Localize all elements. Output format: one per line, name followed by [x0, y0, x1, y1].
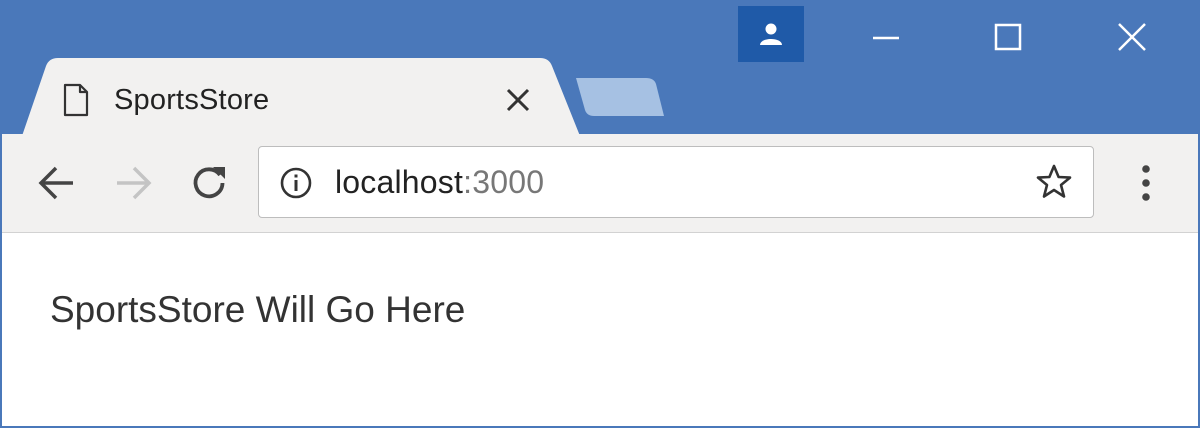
browser-toolbar: localhost:3000	[2, 134, 1198, 233]
menu-button[interactable]	[1126, 156, 1166, 210]
close-icon	[506, 88, 530, 112]
maximize-button[interactable]	[964, 10, 1052, 64]
arrow-left-icon	[38, 166, 73, 200]
forward-button[interactable]	[106, 156, 160, 210]
profile-button[interactable]	[738, 6, 804, 62]
minimize-icon	[873, 36, 899, 40]
person-icon	[760, 23, 782, 45]
tab-close-button[interactable]	[498, 80, 538, 120]
tab-title: SportsStore	[114, 83, 270, 116]
close-icon	[1118, 23, 1146, 51]
url-host: localhost	[335, 163, 464, 200]
back-button[interactable]	[30, 156, 84, 210]
window-close-button[interactable]	[1088, 10, 1176, 64]
reload-button[interactable]	[182, 156, 236, 210]
arrow-right-icon	[117, 166, 152, 200]
reload-icon	[193, 167, 225, 199]
minimize-button[interactable]	[842, 10, 930, 64]
new-tab-icon	[576, 78, 664, 116]
maximize-icon	[994, 23, 1022, 51]
address-bar[interactable]: localhost:3000	[258, 146, 1094, 218]
more-vert-icon	[1142, 165, 1150, 201]
url-port: :3000	[463, 163, 545, 200]
page-content: SportsStore Will Go Here	[2, 233, 1198, 426]
url-text[interactable]: localhost:3000	[335, 147, 544, 217]
page-icon	[63, 83, 89, 117]
star-icon[interactable]	[1033, 161, 1075, 203]
info-icon[interactable]	[277, 164, 315, 202]
browser-window: SportsStore localhost:3000 SportsStore …	[0, 0, 1200, 428]
tab-sportsstore[interactable]: SportsStore	[62, 74, 542, 126]
page-placeholder-text: SportsStore Will Go Here	[50, 289, 466, 330]
